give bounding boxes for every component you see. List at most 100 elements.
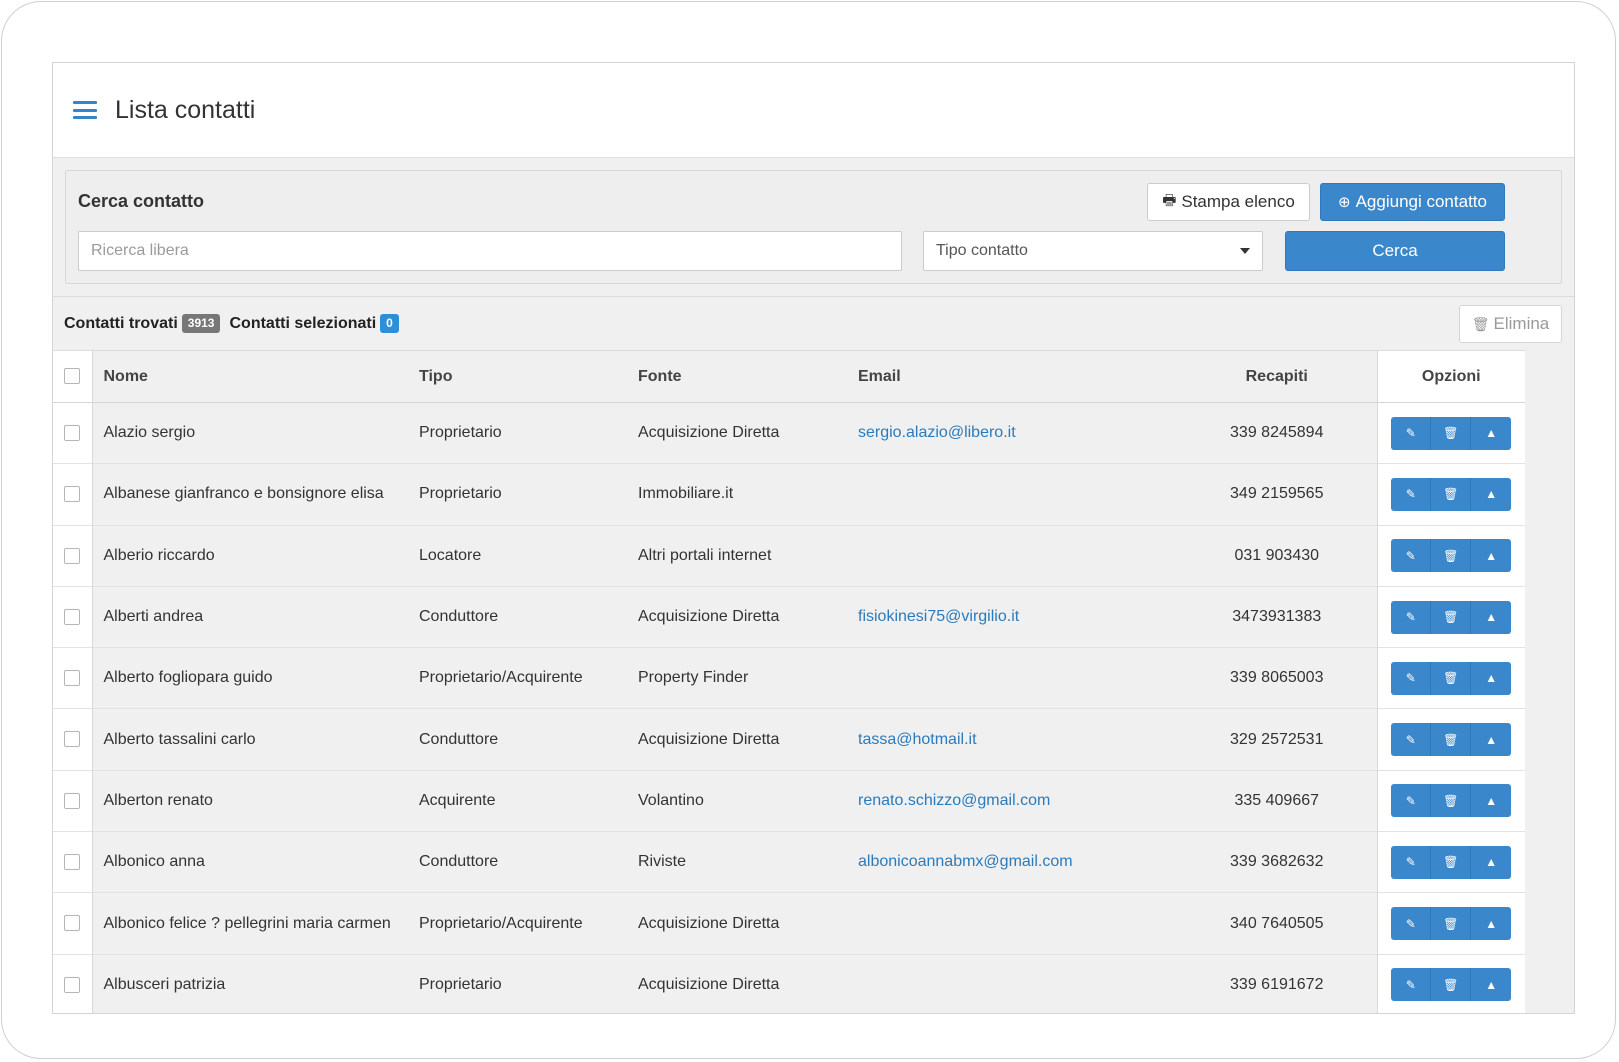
pencil-icon[interactable]: ✎ — [1391, 539, 1432, 573]
pencil-icon[interactable]: ✎ — [1391, 661, 1432, 695]
trash-icon[interactable]: 🗑 — [1431, 661, 1472, 695]
row-options-cell: ✎ 🗑 ▲ — [1376, 647, 1525, 709]
device-frame: Lista contatti Cerca contatto 🖶 Stampa e… — [1, 1, 1616, 1059]
column-header-fonte[interactable]: Fonte — [627, 351, 847, 403]
column-header-opzioni: Opzioni — [1376, 350, 1525, 403]
caret-up-icon[interactable]: ▲ — [1471, 845, 1512, 879]
table-row[interactable]: Albanese gianfranco e bonsignore elisa P… — [53, 463, 1525, 526]
caret-up-icon[interactable]: ▲ — [1471, 477, 1512, 511]
contacts-selected-label: Contatti selezionati — [229, 314, 377, 332]
pencil-icon[interactable]: ✎ — [1391, 600, 1432, 634]
contact-email-link[interactable] — [847, 893, 1177, 954]
contact-email-link[interactable] — [847, 525, 1177, 586]
column-header-recapiti[interactable]: Recapiti — [1177, 351, 1377, 403]
contact-email-link[interactable] — [847, 464, 1177, 525]
contact-email-link[interactable]: tassa@hotmail.it — [847, 709, 1177, 770]
contact-phone: 339 8245894 — [1230, 424, 1324, 442]
column-header-email[interactable]: Email — [847, 351, 1177, 403]
page-title: Lista contatti — [115, 95, 256, 124]
contact-email-link[interactable] — [847, 954, 1177, 1013]
free-search-input[interactable] — [78, 231, 902, 271]
contact-email-link[interactable]: renato.schizzo@gmail.com — [847, 770, 1177, 831]
caret-up-icon[interactable]: ▲ — [1471, 416, 1512, 450]
pencil-icon[interactable]: ✎ — [1391, 723, 1432, 757]
row-checkbox[interactable] — [64, 424, 81, 441]
trash-icon[interactable]: 🗑 — [1431, 907, 1472, 941]
row-checkbox[interactable] — [64, 915, 81, 932]
contact-source: Acquisizione Diretta — [638, 608, 780, 626]
pencil-icon[interactable]: ✎ — [1391, 968, 1432, 1002]
row-checkbox[interactable] — [64, 670, 81, 687]
caret-up-icon[interactable]: ▲ — [1471, 784, 1512, 818]
print-list-button[interactable]: 🖶 Stampa elenco — [1147, 183, 1310, 221]
contact-source: Altri portali internet — [638, 546, 772, 564]
trash-icon[interactable]: 🗑 — [1431, 968, 1472, 1002]
add-contact-label: Aggiungi contatto — [1355, 192, 1487, 211]
pencil-icon[interactable]: ✎ — [1391, 845, 1432, 879]
row-checkbox[interactable] — [64, 731, 81, 748]
contact-email-link[interactable] — [847, 648, 1177, 709]
row-actions: ✎ 🗑 ▲ — [1391, 907, 1512, 941]
table-row[interactable]: Albusceri patrizia Proprietario Acquisiz… — [53, 954, 1525, 1013]
table-row[interactable]: Alberto fogliopara guido Proprietario/Ac… — [53, 647, 1525, 709]
table-row[interactable]: Albonico felice ? pellegrini maria carme… — [53, 892, 1525, 955]
row-actions: ✎ 🗑 ▲ — [1391, 723, 1512, 757]
pencil-icon[interactable]: ✎ — [1391, 416, 1432, 450]
trash-icon[interactable]: 🗑 — [1431, 416, 1472, 450]
contact-type: Proprietario — [419, 485, 502, 503]
pencil-icon[interactable]: ✎ — [1391, 784, 1432, 818]
content-area: Cerca contatto 🖶 Stampa elenco ⊕ Aggiung… — [53, 158, 1574, 1013]
row-options-cell: ✎ 🗑 ▲ — [1376, 770, 1525, 832]
row-select-cell — [53, 770, 93, 832]
search-button[interactable]: Cerca — [1285, 231, 1505, 271]
contact-phone: 339 8065003 — [1230, 669, 1324, 687]
contact-type-select[interactable]: Tipo contatto — [923, 231, 1263, 271]
row-checkbox[interactable] — [64, 792, 81, 809]
contact-source: Acquisizione Diretta — [638, 424, 780, 442]
caret-up-icon[interactable]: ▲ — [1471, 661, 1512, 695]
select-all-checkbox[interactable] — [64, 368, 81, 385]
contact-email-link[interactable]: fisiokinesi75@virgilio.it — [847, 586, 1177, 647]
trash-icon[interactable]: 🗑 — [1431, 600, 1472, 634]
row-checkbox[interactable] — [64, 547, 81, 564]
caret-up-icon[interactable]: ▲ — [1471, 539, 1512, 573]
row-options-cell: ✎ 🗑 ▲ — [1376, 402, 1525, 464]
row-checkbox[interactable] — [64, 608, 81, 625]
pencil-icon[interactable]: ✎ — [1391, 907, 1432, 941]
table-row[interactable]: Alberton renato Acquirente Volantino ren… — [53, 770, 1525, 832]
row-checkbox[interactable] — [64, 976, 81, 993]
row-checkbox[interactable] — [64, 853, 81, 870]
contact-email-link[interactable]: sergio.alazio@libero.it — [847, 403, 1177, 464]
table-row[interactable]: Albonico anna Conduttore Riviste albonic… — [53, 831, 1525, 893]
add-contact-button[interactable]: ⊕ Aggiungi contatto — [1320, 183, 1505, 221]
column-header-tipo[interactable]: Tipo — [408, 351, 627, 403]
column-header-name[interactable]: Nome — [92, 351, 408, 403]
contact-type: Acquirente — [419, 791, 496, 809]
contact-email-link[interactable]: albonicoannabmx@gmail.com — [847, 832, 1177, 893]
caret-up-icon[interactable]: ▲ — [1471, 723, 1512, 757]
caret-up-icon[interactable]: ▲ — [1471, 600, 1512, 634]
table-row[interactable]: Alberti andrea Conduttore Acquisizione D… — [53, 586, 1525, 648]
row-actions: ✎ 🗑 ▲ — [1391, 539, 1512, 573]
contact-phone: 339 3682632 — [1230, 853, 1324, 871]
delete-button[interactable]: 🗑 Elimina — [1459, 305, 1562, 343]
contact-type: Proprietario/Acquirente — [419, 669, 583, 687]
trash-icon[interactable]: 🗑 — [1431, 723, 1472, 757]
caret-up-icon[interactable]: ▲ — [1471, 907, 1512, 941]
trash-icon[interactable]: 🗑 — [1431, 539, 1472, 573]
trash-icon[interactable]: 🗑 — [1431, 477, 1472, 511]
trash-icon[interactable]: 🗑 — [1431, 784, 1472, 818]
hamburger-menu-icon[interactable] — [73, 101, 97, 119]
trash-icon[interactable]: 🗑 — [1431, 845, 1472, 879]
contact-source: Acquisizione Diretta — [638, 975, 780, 993]
row-options-cell: ✎ 🗑 ▲ — [1376, 892, 1525, 955]
row-checkbox[interactable] — [64, 486, 81, 503]
caret-up-icon[interactable]: ▲ — [1471, 968, 1512, 1002]
pencil-icon[interactable]: ✎ — [1391, 477, 1432, 511]
contact-source: Acquisizione Diretta — [638, 730, 780, 748]
search-panel-title: Cerca contatto — [78, 191, 205, 211]
table-row[interactable]: Alazio sergio Proprietario Acquisizione … — [53, 402, 1525, 464]
table-row[interactable]: Alberio riccardo Locatore Altri portali … — [53, 525, 1525, 587]
table-row[interactable]: Alberto tassalini carlo Conduttore Acqui… — [53, 708, 1525, 771]
contact-source: Riviste — [638, 853, 687, 871]
